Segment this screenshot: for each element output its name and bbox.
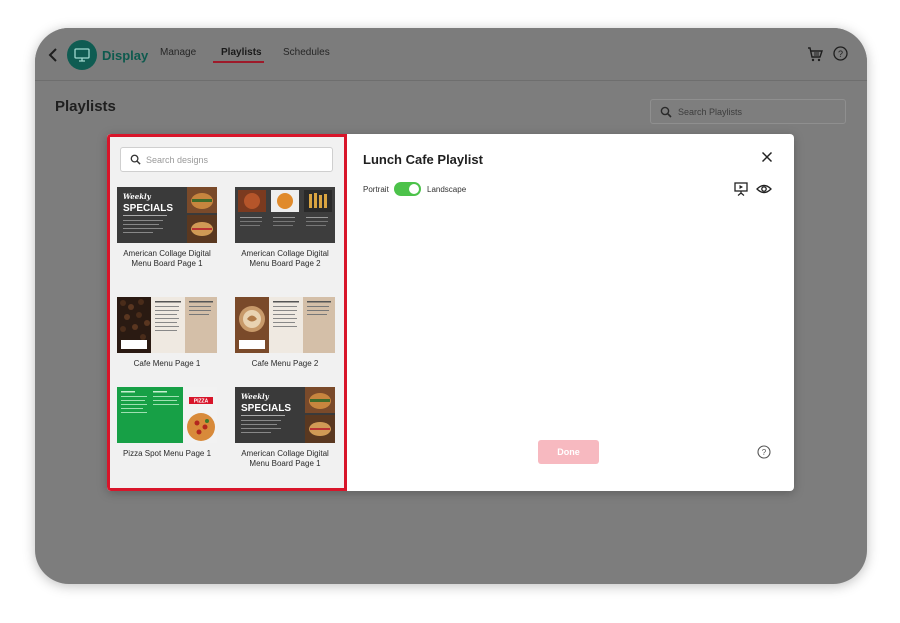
design-picker-panel: Search designs Weekly SPECIALS American … bbox=[107, 134, 347, 491]
design-thumbnail bbox=[117, 297, 217, 353]
playlist-title[interactable]: Lunch Cafe Playlist bbox=[363, 152, 483, 167]
design-label: Cafe Menu Page 2 bbox=[251, 359, 319, 368]
tab-manage[interactable]: Manage bbox=[160, 47, 196, 58]
page-title: Playlists bbox=[55, 98, 116, 115]
monitor-icon bbox=[74, 48, 90, 62]
cart-icon[interactable] bbox=[807, 46, 823, 62]
design-card[interactable]: Cafe Menu Page 2 bbox=[235, 297, 335, 369]
weekly-text: Weekly bbox=[241, 392, 270, 401]
orientation-toggle[interactable] bbox=[394, 182, 421, 196]
search-placeholder: Search Playlists bbox=[678, 107, 743, 117]
specials-text: SPECIALS bbox=[123, 203, 173, 214]
design-thumbnail: Weekly SPECIALS bbox=[117, 187, 217, 243]
design-label: American Collage Digital Menu Board Page… bbox=[241, 249, 329, 268]
done-button[interactable]: Done bbox=[538, 440, 599, 464]
design-label: American Collage Digital Menu Board Page… bbox=[241, 449, 329, 468]
design-label: American Collage Digital Menu Board Page… bbox=[123, 249, 211, 268]
tab-schedules[interactable]: Schedules bbox=[283, 47, 330, 58]
design-thumbnail bbox=[235, 187, 335, 243]
top-nav-bar: Display Manage Playlists Schedules ? bbox=[35, 28, 867, 81]
playlist-editor-modal: Search designs Weekly SPECIALS American … bbox=[107, 134, 794, 491]
app-name: Display bbox=[102, 48, 149, 63]
back-chevron-icon[interactable] bbox=[46, 46, 60, 64]
design-thumbnail bbox=[235, 297, 335, 353]
design-card[interactable]: PIZZA Pizza Spot Menu Page 1 bbox=[117, 387, 217, 459]
svg-text:?: ? bbox=[762, 448, 767, 457]
present-icon[interactable] bbox=[734, 182, 748, 196]
design-card[interactable]: Weekly SPECIALS American Collage Digital… bbox=[117, 187, 217, 269]
specials-text: SPECIALS bbox=[241, 403, 291, 414]
toggle-knob bbox=[409, 184, 419, 194]
design-search-input[interactable]: Search designs bbox=[120, 147, 333, 172]
close-icon[interactable] bbox=[761, 151, 773, 163]
eye-icon[interactable] bbox=[756, 183, 772, 195]
design-card[interactable]: American Collage Digital Menu Board Page… bbox=[235, 187, 335, 269]
weekly-text: Weekly bbox=[123, 192, 152, 201]
active-tab-indicator bbox=[213, 61, 264, 63]
portrait-label: Portrait bbox=[363, 185, 389, 194]
design-card[interactable]: Cafe Menu Page 1 bbox=[117, 297, 217, 369]
design-thumbnail: PIZZA bbox=[117, 387, 217, 443]
design-search-placeholder: Search designs bbox=[146, 155, 209, 165]
help-icon[interactable]: ? bbox=[757, 445, 771, 459]
design-card[interactable]: Weekly SPECIALS American Collage Digital… bbox=[235, 387, 335, 469]
svg-text:?: ? bbox=[838, 49, 843, 59]
design-thumbnail: Weekly SPECIALS bbox=[235, 387, 335, 443]
search-icon bbox=[660, 106, 672, 118]
search-icon bbox=[130, 154, 141, 165]
design-label: Cafe Menu Page 1 bbox=[133, 359, 201, 368]
tab-playlists[interactable]: Playlists bbox=[221, 47, 262, 58]
playlist-search-input[interactable]: Search Playlists bbox=[650, 99, 846, 124]
design-label: Pizza Spot Menu Page 1 bbox=[122, 449, 212, 458]
pizza-text: PIZZA bbox=[194, 399, 209, 405]
display-logo-icon[interactable] bbox=[67, 40, 97, 70]
help-icon[interactable]: ? bbox=[833, 46, 848, 61]
landscape-label: Landscape bbox=[427, 185, 467, 194]
